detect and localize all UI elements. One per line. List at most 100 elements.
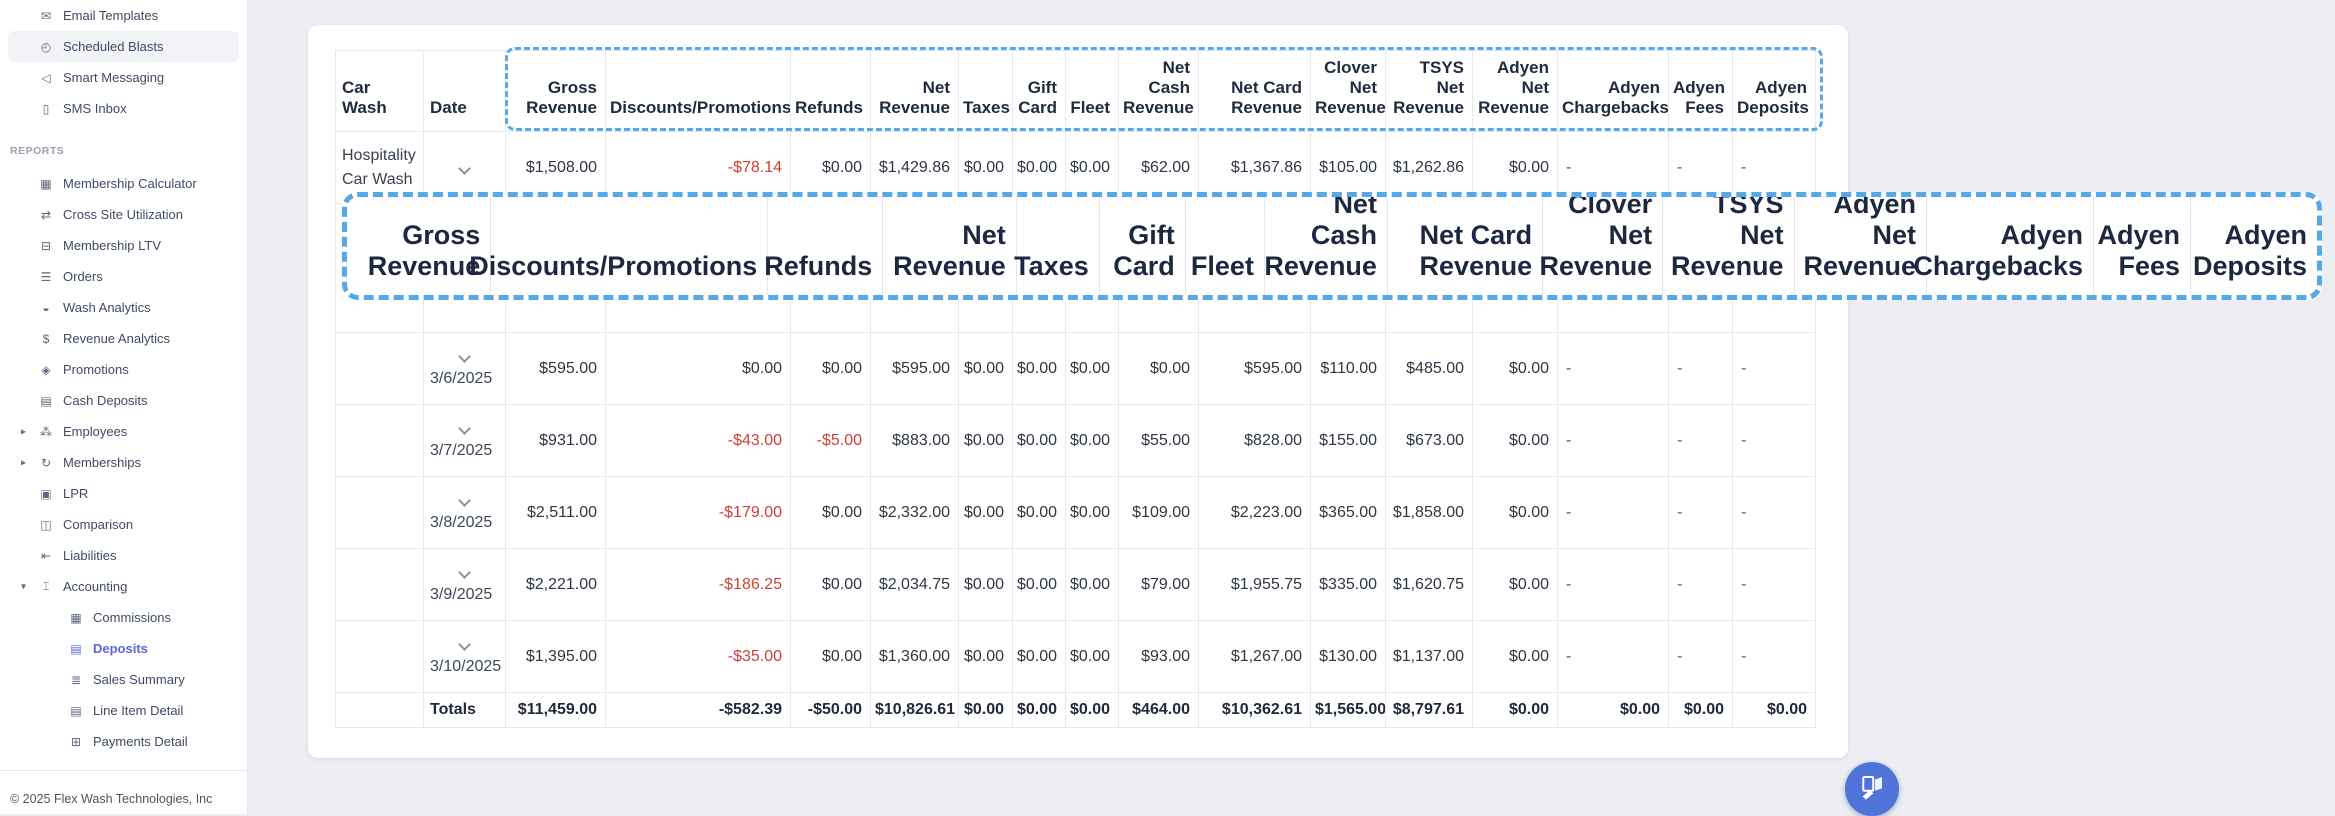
cell-refunds: $0.00 [790,620,871,693]
column-header-taxes: Taxes [958,50,1013,132]
cell-adyen-fees: - [1668,548,1733,621]
sidebar-item-membership-calculator[interactable]: ▦ Membership Calculator [8,168,239,199]
sidebar-item-sms-inbox[interactable]: ▯ SMS Inbox [8,93,239,124]
cell-discounts-promotions: -$179.00 [605,476,791,549]
sidebar-item-label: Accounting [63,579,128,594]
cell-clover-net-revenue: $1,565.00 [1310,692,1386,728]
chevron-down-icon[interactable] [458,565,471,579]
cell-fleet: $0.00 [1065,476,1119,549]
caret-down-icon[interactable]: ▾ [21,581,26,592]
column-header-date: Date [423,50,506,132]
sidebar-item-label: Cash Deposits [63,393,148,408]
cell-gross-revenue: $931.00 [505,404,606,477]
cell-net-card-revenue: $10,362.61 [1198,692,1311,728]
cell-gross-revenue: $11,459.00 [505,692,606,728]
cell-adyen-chargebacks: - [1557,332,1669,405]
sidebar-item-email-templates[interactable]: ✉ Email Templates [8,0,239,31]
deposits-table-wrap: Car Wash Date Gross Revenue Discounts/Promo… [335,50,1816,728]
phone-icon: ▯ [42,101,50,116]
cell-car-wash [335,548,424,621]
car-icon: ◒ [42,300,50,315]
sidebar-item-line-item-detail[interactable]: ▤ Line Item Detail [8,695,239,726]
sidebar-item-label: Memberships [63,455,142,470]
caret-right-icon[interactable]: ▸ [21,457,26,468]
chevron-down-icon[interactable] [458,421,471,435]
cell-taxes: $0.00 [958,404,1013,477]
column-header-net-card-revenue: Net Card Revenue [1198,50,1311,132]
sidebar-item-payments-detail[interactable]: ⊞ Payments Detail [8,726,239,757]
sidebar-item-label: Promotions [63,362,129,377]
cell-discounts-promotions: -$186.25 [605,548,791,621]
sidebar-item-label: LPR [63,486,89,501]
cell-gross-revenue: $2,221.00 [505,548,606,621]
column-header-fleet: Fleet [1065,50,1119,132]
cell-net-revenue: $883.00 [870,404,959,477]
sidebar-item-wash-analytics[interactable]: ◒ Wash Analytics [8,292,239,323]
date-label: 3/9/2025 [430,585,493,603]
cash-icon: ▤ [40,393,52,408]
book-icon: ◫ [40,517,52,532]
sidebar-item-membership-ltv[interactable]: ⊟ Membership LTV [8,230,239,261]
sidebar-item-label: Line Item Detail [93,703,184,718]
sidebar-item-cash-deposits[interactable]: ▤ Cash Deposits [8,385,239,416]
sidebar-item-label: Email Templates [63,8,159,23]
cell-adyen-fees: - [1668,620,1733,693]
cell-refunds: $0.00 [790,476,871,549]
cell-tsys-net-revenue: $1,620.75 [1385,548,1473,621]
cell-gift-card: $0.00 [1012,620,1066,693]
sidebar-item-lpr[interactable]: ▣ LPR [8,478,239,509]
sidebar-item-liabilities[interactable]: ⇤ Liabilities [8,540,239,571]
cell-adyen-chargebacks: $0.00 [1557,692,1669,728]
reports-section-label: REPORTS [10,145,65,157]
magnified-column-header-adyen-chargebacks: Adyen Chargebacks [1913,197,2095,295]
deposits-icon: ▤ [70,641,82,656]
sidebar-item-sales-summary[interactable]: ≣ Sales Summary [8,664,239,695]
sidebar-item-comparison[interactable]: ◫ Comparison [8,509,239,540]
sidebar-item-promotions[interactable]: ◈ Promotions [8,354,239,385]
sidebar-item-smart-messaging[interactable]: ◁ Smart Messaging [8,62,239,93]
feedback-fab-button[interactable] [1845,762,1899,816]
cell-net-cash-revenue: $79.00 [1118,548,1199,621]
table-row-3-7-2025: 3/7/2025 $931.00 -$43.00 -$5.00 $883.00 $0.00… [335,404,1816,477]
cell-net-cash-revenue: $93.00 [1118,620,1199,693]
chevron-down-icon[interactable] [458,349,471,363]
sidebar-item-revenue-analytics[interactable]: $ Revenue Analytics [8,323,239,354]
cell-discounts-promotions: -$43.00 [605,404,791,477]
cell-adyen-deposits: - [1732,620,1816,693]
date-label: 3/7/2025 [430,441,493,459]
sidebar-footer-divider [0,770,247,771]
refresh-icon: ↻ [40,455,52,470]
cell-net-revenue: $2,034.75 [870,548,959,621]
chevron-down-icon[interactable] [458,162,471,175]
cell-gift-card: $0.00 [1012,404,1066,477]
cell-net-cash-revenue: $464.00 [1118,692,1199,728]
payments-icon: ⊞ [70,734,82,749]
cell-adyen-fees: $0.00 [1668,692,1733,728]
sidebar-item-scheduled-blasts[interactable]: ◴ Scheduled Blasts [8,31,239,62]
sidebar-item-cross-site-utilization[interactable]: ⇄ Cross Site Utilization [8,199,239,230]
cell-discounts-promotions: -$582.39 [605,692,791,728]
cell-net-revenue: $1,360.00 [870,620,959,693]
column-header-net-cash-revenue: Net Cash Revenue [1118,50,1199,132]
column-header-adyen-chargebacks: Adyen Chargebacks [1557,50,1669,132]
chevron-down-icon[interactable] [458,637,471,651]
cell-net-revenue: $2,332.00 [870,476,959,549]
cell-adyen-deposits: - [1732,332,1816,405]
sidebar-item-commissions[interactable]: ▦ Commissions [8,602,239,633]
cell-date: 3/6/2025 [423,332,506,405]
cell-taxes: $0.00 [958,548,1013,621]
sidebar-item-accounting[interactable]: ▾ ⌶ Accounting [8,571,239,602]
header-magnifier-overlay: Gross Revenue Discounts/Promotions Refunds… [342,192,2322,300]
cell-adyen-deposits: - [1732,476,1816,549]
sidebar-item-employees[interactable]: ▸ ⁂ Employees [8,416,239,447]
cell-gross-revenue: $2,511.00 [505,476,606,549]
sidebar-item-orders[interactable]: ☰ Orders [8,261,239,292]
caret-right-icon[interactable]: ▸ [21,426,26,437]
chevron-down-icon[interactable] [458,493,471,507]
cell-net-cash-revenue: $109.00 [1118,476,1199,549]
cell-taxes: $0.00 [958,692,1013,728]
cell-date: 3/10/2025 [423,620,506,693]
sidebar-item-deposits[interactable]: ▤ Deposits [8,633,239,664]
sidebar-item-memberships[interactable]: ▸ ↻ Memberships [8,447,239,478]
sidebar-item-label: SMS Inbox [63,101,127,116]
